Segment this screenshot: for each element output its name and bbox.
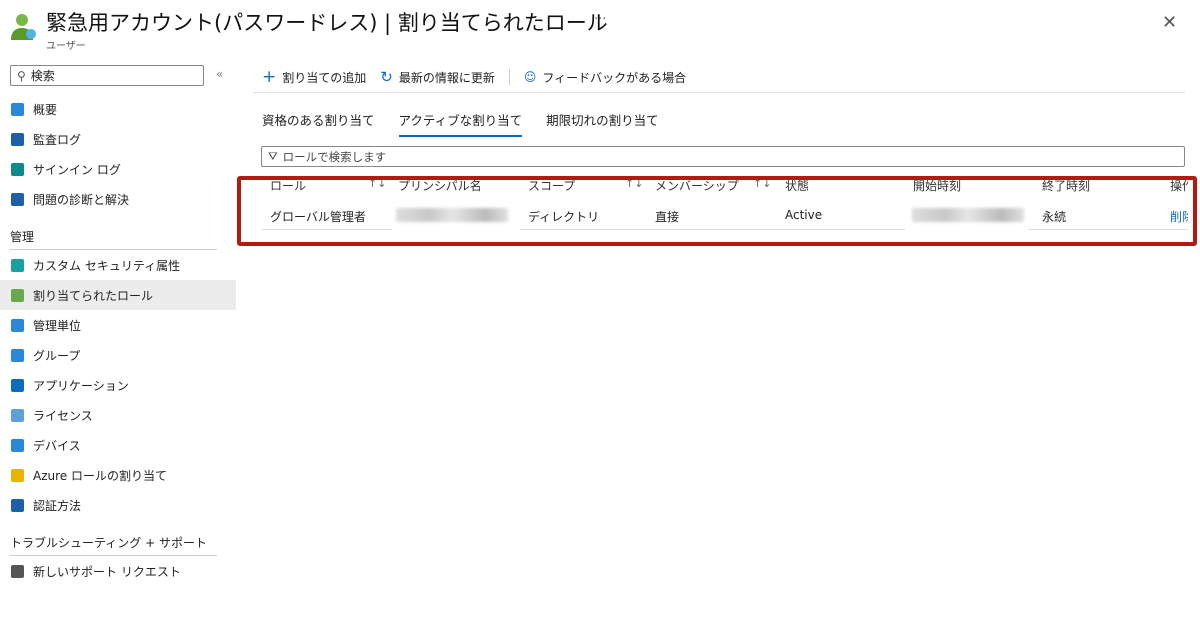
sidebar-item[interactable]: 管理単位 — [0, 310, 236, 340]
refresh-button[interactable]: ↻ 最新の情報に更新 — [380, 68, 495, 86]
sidebar-item-label: デバイス — [33, 438, 81, 453]
close-button[interactable]: ✕ — [1162, 12, 1177, 33]
sidebar-item-icon — [11, 408, 24, 422]
sidebar-item-icon — [11, 468, 24, 482]
section-support: トラブルシューティング + サポート — [10, 536, 207, 550]
tab-expired[interactable]: 期限切れの割り当て — [546, 110, 659, 137]
sidebar-item-icon — [11, 162, 24, 176]
collapse-sidebar-button[interactable]: « — [216, 67, 223, 81]
sidebar-item[interactable]: デバイス — [0, 430, 236, 460]
sidebar-item-label: サインイン ログ — [33, 162, 121, 177]
page-subtitle: ユーザー — [46, 41, 86, 52]
toolbar: + 割り当ての追加 ↻ 最新の情報に更新 ☺ フィードバックがある場合 — [262, 67, 686, 87]
sidebar-item[interactable]: ライセンス — [0, 400, 236, 430]
more-button[interactable]: ··· — [594, 12, 606, 27]
role-search-input[interactable]: ⛛ ロールで検索します — [261, 146, 1185, 167]
sidebar-item-icon — [11, 378, 24, 392]
sidebar-item-label: アプリケーション — [33, 378, 129, 393]
sidebar-item-label: ライセンス — [33, 408, 93, 423]
section-manage: 管理 — [10, 230, 35, 244]
sidebar-item-icon — [11, 564, 24, 578]
filter-icon: ⛛ — [268, 149, 278, 163]
sidebar-item[interactable]: 監査ログ — [0, 124, 236, 154]
plus-icon: + — [262, 67, 277, 87]
user-icon — [11, 14, 36, 40]
sidebar-item-label: 管理単位 — [33, 318, 82, 333]
sidebar-item-icon — [11, 192, 24, 206]
sidebar-item[interactable]: 問題の診断と解決 — [0, 184, 236, 214]
tab-eligible[interactable]: 資格のある割り当て — [262, 110, 375, 137]
sidebar-item-icon — [11, 102, 24, 116]
refresh-icon: ↻ — [380, 68, 393, 86]
sidebar-item-label: Azure ロールの割り当て — [33, 468, 167, 483]
page-title: 緊急用アカウント(パスワードレス) | 割り当てられたロール — [46, 11, 608, 35]
sidebar-item-icon — [11, 318, 24, 332]
sidebar-item[interactable]: 割り当てられたロール — [0, 280, 236, 310]
sidebar-item-icon — [11, 132, 24, 146]
sidebar-item-label: 認証方法 — [33, 498, 82, 513]
sidebar-item-label: グループ — [33, 348, 81, 363]
toolbar-divider-line — [253, 92, 1185, 93]
sidebar-item-icon — [11, 438, 24, 452]
sidebar-item-label: 問題の診断と解決 — [33, 192, 130, 207]
sidebar-item-icon — [11, 258, 24, 272]
tab-active[interactable]: アクティブな割り当て — [398, 110, 523, 137]
sidebar-item[interactable]: アプリケーション — [0, 370, 236, 400]
add-assignment-button[interactable]: + 割り当ての追加 — [262, 67, 366, 87]
feedback-button[interactable]: ☺ フィードバックがある場合 — [524, 69, 686, 86]
highlight-box — [237, 176, 1197, 246]
toolbar-divider — [508, 69, 510, 85]
sidebar-search-input[interactable]: ⚲ 検索 — [10, 65, 204, 86]
sidebar-item-label: 新しいサポート リクエスト — [33, 564, 181, 579]
sidebar-item[interactable]: 認証方法 — [0, 490, 236, 520]
sidebar-item-label: 監査ログ — [33, 132, 82, 147]
sidebar-item-label: カスタム セキュリティ属性 — [33, 258, 181, 273]
sidebar-item-icon — [11, 498, 24, 512]
sidebar-item[interactable]: 概要 — [0, 94, 236, 124]
sidebar-item[interactable]: Azure ロールの割り当て — [0, 460, 236, 490]
sidebar-item-icon — [11, 288, 24, 302]
sidebar-item[interactable]: サインイン ログ — [0, 154, 236, 184]
sidebar-item-icon — [11, 348, 24, 362]
search-icon: ⚲ — [17, 68, 26, 83]
sidebar-item-label: 概要 — [33, 102, 58, 117]
sidebar-item[interactable]: グループ — [0, 340, 236, 370]
sidebar-item-label: 割り当てられたロール — [33, 288, 154, 303]
sidebar-item[interactable]: 新しいサポート リクエスト — [0, 556, 236, 586]
feedback-icon: ☺ — [523, 70, 537, 84]
tabs: 資格のある割り当て アクティブな割り当て 期限切れの割り当て — [262, 110, 659, 137]
sidebar-item[interactable]: カスタム セキュリティ属性 — [0, 250, 236, 280]
